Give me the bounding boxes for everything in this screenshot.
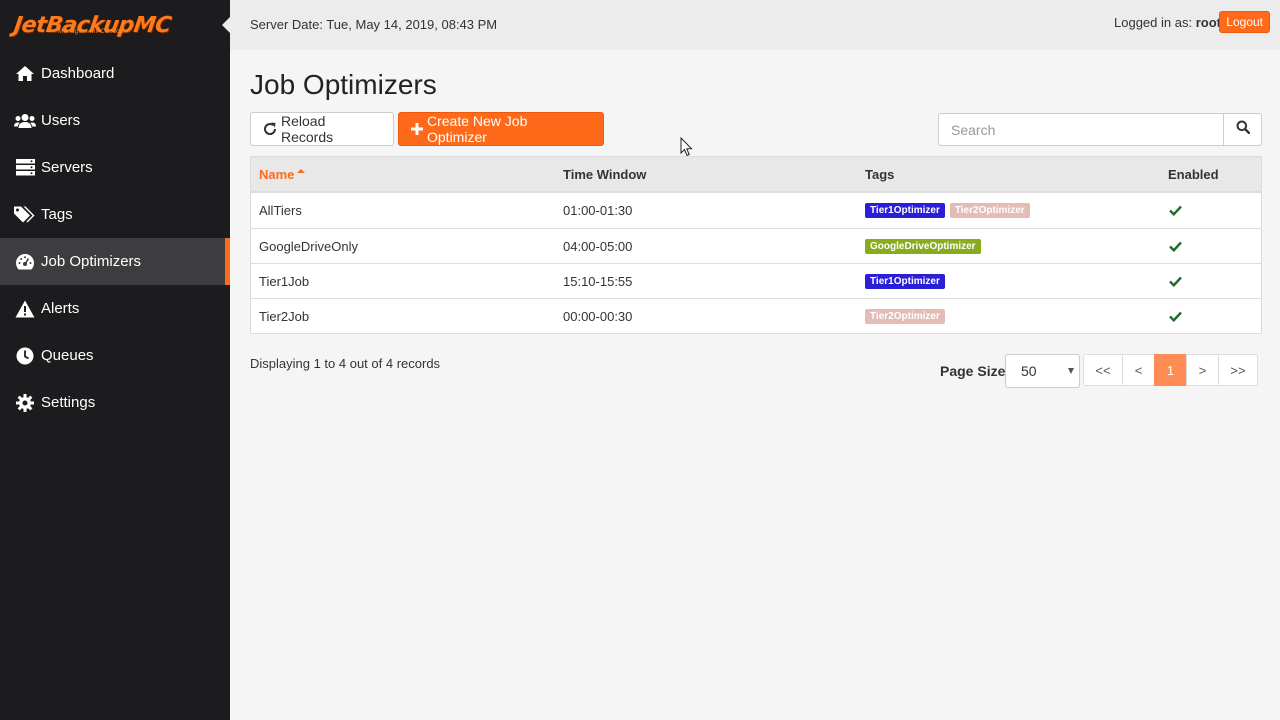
- page-size-label: Page Size: [940, 363, 1006, 379]
- cell-tags: GoogleDriveOptimizer: [857, 229, 1160, 263]
- search-icon: [1236, 120, 1250, 139]
- sidebar-item-job-optimizers[interactable]: Job Optimizers: [0, 238, 230, 285]
- tag-badge: Tier2Optimizer: [949, 203, 1030, 218]
- sidebar-nav: Dashboard Users Servers Tags Job Optimiz…: [0, 50, 230, 426]
- users-icon: [14, 111, 36, 131]
- column-header-name[interactable]: Name: [251, 157, 555, 191]
- create-job-optimizer-label: Create New Job Optimizer: [427, 113, 528, 145]
- column-header-label: Name: [259, 166, 295, 182]
- cell-time-window: 00:00-00:30: [563, 308, 633, 324]
- column-header-tags: Tags: [865, 166, 895, 182]
- tag-badge: Tier1Optimizer: [865, 273, 945, 289]
- checkmark-icon: [1169, 205, 1182, 216]
- servers-icon: [14, 158, 36, 178]
- page-size-value: 50: [1021, 363, 1037, 379]
- sidebar-item-tags[interactable]: Tags: [0, 191, 230, 238]
- chevron-down-icon: [1068, 368, 1074, 374]
- brand-subtitle: Management Console: [58, 29, 126, 35]
- plus-icon: [411, 123, 423, 135]
- login-info: Logged in as: root |: [1114, 15, 1228, 30]
- cell-enabled: [1160, 193, 1261, 228]
- reload-records-button[interactable]: Reload Records: [250, 112, 394, 146]
- brand-logo[interactable]: JetBackupMC Management Console: [0, 0, 230, 50]
- checkmark-icon: [1169, 241, 1182, 252]
- warning-icon: [14, 299, 36, 319]
- table-row[interactable]: Tier2Job 00:00-00:30 Tier2Optimizer: [251, 298, 1261, 333]
- cell-time-window: 04:00-05:00: [563, 238, 633, 254]
- sidebar-item-queues[interactable]: Queues: [0, 332, 230, 379]
- sidebar-item-users[interactable]: Users: [0, 97, 230, 144]
- clock-icon: [14, 346, 36, 366]
- cell-tags: Tier1Optimizer: [857, 264, 1160, 298]
- page-size-select[interactable]: 50: [1005, 354, 1080, 388]
- column-header-time-window: Time Window: [563, 166, 647, 182]
- main-content: Job Optimizers Reload Records Create New…: [230, 50, 1280, 720]
- cell-name: Tier2Job: [259, 308, 310, 324]
- mouse-cursor-icon: [680, 136, 693, 162]
- page-prev-button[interactable]: <: [1122, 354, 1155, 386]
- sort-ascending-icon: [297, 169, 306, 173]
- job-optimizers-table: Name Time Window Tags Enabled AllTiers 01…: [250, 156, 1262, 334]
- cell-name: GoogleDriveOnly: [259, 238, 358, 254]
- cell-enabled: [1160, 299, 1261, 333]
- server-date: Server Date: Tue, May 14, 2019, 08:43 PM: [250, 17, 498, 32]
- sidebar-item-label: Alerts: [41, 300, 80, 317]
- logout-button[interactable]: Logout: [1219, 11, 1270, 33]
- records-display-info: Displaying 1 to 4 out of 4 records: [250, 356, 441, 371]
- search-input[interactable]: [938, 113, 1223, 146]
- sidebar-item-settings[interactable]: Settings: [0, 379, 230, 426]
- sidebar-item-label: Users: [41, 112, 81, 129]
- top-bar: Server Date: Tue, May 14, 2019, 08:43 PM…: [230, 0, 1280, 50]
- search-group: [938, 113, 1262, 146]
- table-row[interactable]: Tier1Job 15:10-15:55 Tier1Optimizer: [251, 263, 1261, 298]
- refresh-icon: [263, 122, 277, 136]
- sidebar-item-label: Job Optimizers: [41, 253, 142, 270]
- create-job-optimizer-button[interactable]: Create New Job Optimizer: [398, 112, 604, 146]
- tag-badge: Tier2Optimizer: [865, 308, 945, 324]
- sidebar-notch: [222, 17, 230, 33]
- cell-name: AllTiers: [259, 203, 302, 218]
- page-title: Job Optimizers: [250, 69, 437, 100]
- checkmark-icon: [1169, 311, 1182, 322]
- tags-icon: [14, 205, 36, 225]
- page-last-button[interactable]: >>: [1218, 354, 1258, 386]
- cell-enabled: [1160, 264, 1261, 298]
- gear-icon: [14, 393, 36, 413]
- cell-enabled: [1160, 229, 1261, 263]
- logged-in-prefix: Logged in as:: [1114, 15, 1193, 30]
- table-header: Name Time Window Tags Enabled: [251, 157, 1261, 193]
- table-body: AllTiers 01:00-01:30 Tier1Optimizer Tier2Op…: [251, 193, 1261, 333]
- sidebar-item-servers[interactable]: Servers: [0, 144, 230, 191]
- table-row[interactable]: GoogleDriveOnly 04:00-05:00 GoogleDriveOpt…: [251, 228, 1261, 263]
- search-button[interactable]: [1223, 113, 1262, 146]
- pagination: << <1 > >>: [1083, 354, 1258, 386]
- sidebar-item-label: Dashboard: [41, 65, 115, 82]
- tag-badge: GoogleDriveOptimizer: [865, 238, 981, 254]
- cell-time-window: 01:00-01:30: [563, 203, 633, 218]
- cell-tags: Tier2Optimizer: [857, 299, 1160, 333]
- table-row[interactable]: AllTiers 01:00-01:30 Tier1Optimizer Tier2Op…: [251, 193, 1261, 228]
- checkmark-icon: [1169, 276, 1182, 287]
- tag-badge: Tier1Optimizer: [865, 203, 945, 218]
- cell-tags: Tier1Optimizer Tier2Optimizer: [857, 193, 1160, 228]
- dashboard-gauge-icon: [14, 252, 36, 272]
- sidebar: JetBackupMC Management Console Dashboard…: [0, 0, 230, 720]
- column-header-enabled: Enabled: [1168, 166, 1219, 182]
- sidebar-item-label: Servers: [41, 159, 93, 176]
- sidebar-item-alerts[interactable]: Alerts: [0, 285, 230, 332]
- sidebar-item-label: Tags: [41, 206, 73, 223]
- reload-records-label: Reload Records: [281, 113, 334, 145]
- sidebar-item-label: Settings: [41, 394, 96, 411]
- home-icon: [14, 64, 36, 84]
- cell-name: Tier1Job: [259, 273, 310, 289]
- sidebar-item-label: Queues: [41, 347, 94, 364]
- page-number-button[interactable]: 1: [1154, 354, 1187, 386]
- username: root: [1195, 15, 1221, 30]
- page-first-button[interactable]: <<: [1083, 354, 1123, 386]
- sidebar-item-dashboard[interactable]: Dashboard: [0, 50, 230, 97]
- page-next-button[interactable]: >: [1186, 354, 1219, 386]
- cell-time-window: 15:10-15:55: [563, 273, 633, 289]
